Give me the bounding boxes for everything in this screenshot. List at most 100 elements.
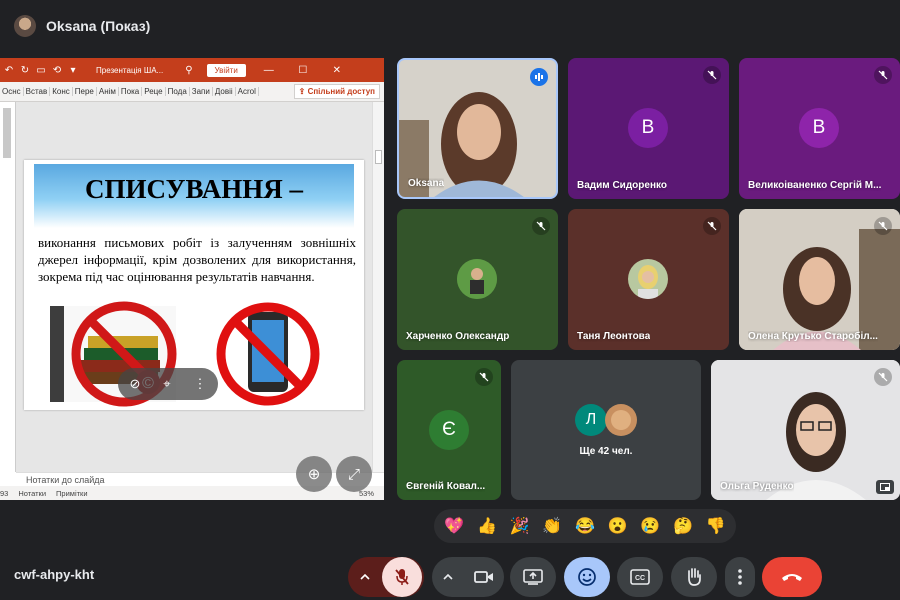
participant-name: Таня Леонтова xyxy=(577,331,651,342)
svg-text:CC: CC xyxy=(635,575,645,582)
present-screen-button[interactable] xyxy=(510,557,556,597)
reaction-laughing[interactable]: 😂 xyxy=(572,516,598,536)
thumbnail-scroll xyxy=(3,108,11,158)
ppt-canvas: СПИСУВАННЯ – виконання письмових робіт і… xyxy=(0,102,384,472)
camera-icon xyxy=(474,571,493,583)
slide-counter: 93 xyxy=(0,488,9,498)
mic-off-icon xyxy=(395,569,409,585)
ribbon-tab: Пода xyxy=(166,87,190,96)
participant-name: Великоіваненко Сергій М... xyxy=(748,180,882,191)
ppt-title-bar: ↶ ↻ ▭ ⟲ ▾ Презентація ША... ⚲ Увійти — ☐… xyxy=(0,58,384,82)
tile-kharchenko[interactable]: Харченко Олександр xyxy=(397,209,558,350)
reactions-bar: 💖 👍 🎉 👏 😂 😮 😢 🤔 👎 xyxy=(434,509,736,543)
tile-oksana[interactable]: Oksana xyxy=(397,58,558,199)
mic-off-icon xyxy=(874,217,892,235)
more-icon: ▾ xyxy=(70,64,76,76)
ribbon-tab: Acrol xyxy=(236,87,259,96)
mic-options-button[interactable] xyxy=(348,557,382,597)
raise-hand-button[interactable] xyxy=(671,557,717,597)
raise-hand-icon xyxy=(688,568,701,586)
camera-options-button[interactable] xyxy=(432,557,464,597)
mic-off-icon xyxy=(703,217,721,235)
participant-name: Вадим Сидоренко xyxy=(577,180,667,191)
mic-off-icon xyxy=(475,368,493,386)
ribbon-tab: Оснс xyxy=(0,87,24,96)
mic-off-icon xyxy=(874,368,892,386)
reaction-thumbs-up[interactable]: 👍 xyxy=(474,516,500,536)
undo-icon: ↶ xyxy=(4,64,14,76)
ribbon-tab: Пере xyxy=(73,87,97,96)
participant-avatar-photo xyxy=(605,404,637,436)
tile-velykoivanenko[interactable]: В Великоіваненко Сергій М... xyxy=(739,58,900,199)
tile-krutko[interactable]: Олена Крутько Старобіл... xyxy=(739,209,900,350)
mic-off-icon xyxy=(532,217,550,235)
reactions-button[interactable] xyxy=(564,557,610,597)
minimize-icon: — xyxy=(263,64,274,76)
reaction-sparkling-heart[interactable]: 💖 xyxy=(441,516,467,536)
status-notes: Нотатки xyxy=(18,488,47,498)
ribbon-tab: Встав xyxy=(24,87,51,96)
present-icon: ▭ xyxy=(36,64,46,76)
ribbon-tab: Реце xyxy=(142,87,166,96)
ribbon-tab: Пока xyxy=(119,87,143,96)
tile-more-participants[interactable]: Л Ще 42 чел. xyxy=(511,360,701,500)
participant-video xyxy=(711,360,900,500)
reaction-thinking[interactable]: 🤔 xyxy=(670,516,696,536)
participant-avatar: Л xyxy=(575,404,607,436)
participant-avatar xyxy=(457,259,497,299)
present-screen-icon xyxy=(523,569,543,585)
leave-call-button[interactable] xyxy=(762,557,822,597)
camera-toggle-button[interactable] xyxy=(464,557,504,597)
reaction-thumbs-down[interactable]: 👎 xyxy=(703,516,729,536)
share-zoom-controls: ⊕ ⤢ xyxy=(296,456,376,492)
ppt-scrollbar xyxy=(372,102,384,472)
tile-kovalenko[interactable]: Є Євгеній Ковал... xyxy=(397,360,501,500)
redo-icon: ↻ xyxy=(20,64,30,76)
mic-control-group xyxy=(348,557,424,597)
more-vert-icon xyxy=(738,569,742,585)
more-options-button[interactable] xyxy=(725,557,755,597)
maximize-icon: ☐ xyxy=(298,64,308,76)
reaction-party-popper[interactable]: 🎉 xyxy=(507,516,533,536)
speaking-indicator-icon xyxy=(530,68,548,86)
camera-control-group xyxy=(432,557,504,597)
meeting-code: cwf-ahpy-kht xyxy=(14,567,95,582)
search-icon: ⚲ xyxy=(185,64,193,76)
tile-rudenko[interactable]: Ольга Руденко xyxy=(711,360,900,500)
reaction-clapping[interactable]: 👏 xyxy=(539,516,565,536)
participant-avatar: В xyxy=(628,108,668,148)
ppt-document-title: Презентація ША... xyxy=(96,65,164,75)
ribbon-tab: Анім xyxy=(97,87,119,96)
shared-screen: ↶ ↻ ▭ ⟲ ▾ Презентація ША... ⚲ Увійти — ☐… xyxy=(0,58,384,500)
captions-icon: CC xyxy=(630,569,650,585)
ppt-share-button: ⇪ Спільний доступ xyxy=(293,84,380,99)
tile-hover-controls: ⊘ ⌖ ⋮ xyxy=(118,368,218,400)
participant-name: Харченко Олександр xyxy=(406,331,510,342)
tile-vadym[interactable]: В Вадим Сидоренко xyxy=(568,58,729,199)
ppt-ribbon: Оснс Встав Конс Пере Анім Пока Реце Пода… xyxy=(0,82,384,102)
emoji-icon xyxy=(578,568,596,586)
fullscreen-button[interactable]: ⤢ xyxy=(336,456,372,492)
more-vert-icon: ⋮ xyxy=(193,376,207,391)
ribbon-tab: Довіі xyxy=(213,87,236,96)
no-phone-icon xyxy=(216,302,320,406)
captions-button[interactable]: CC xyxy=(617,557,663,597)
reaction-crying[interactable]: 😢 xyxy=(637,516,663,536)
participant-name: Олена Крутько Старобіл... xyxy=(748,331,878,342)
mic-off-icon: ⊘ xyxy=(129,376,141,391)
ppt-signin-button: Увійти xyxy=(206,63,246,77)
tile-leontova[interactable]: Таня Леонтова xyxy=(568,209,729,350)
ppt-thumbnail-pane xyxy=(0,102,16,472)
zoom-in-button[interactable]: ⊕ xyxy=(296,456,332,492)
reaction-surprised[interactable]: 😮 xyxy=(605,516,631,536)
more-participants-label: Ще 42 чел. xyxy=(579,446,633,457)
participant-name: Oksana xyxy=(408,178,445,189)
presenter-avatar xyxy=(14,15,36,37)
participant-avatar xyxy=(628,259,668,299)
participant-name: Ольга Руденко xyxy=(720,481,794,492)
participant-avatar: В xyxy=(799,108,839,148)
picture-in-picture-icon[interactable] xyxy=(876,480,894,494)
mic-toggle-button[interactable] xyxy=(382,557,422,597)
scroll-thumb xyxy=(375,150,382,164)
presenter-title: Oksana (Показ) xyxy=(46,18,151,34)
